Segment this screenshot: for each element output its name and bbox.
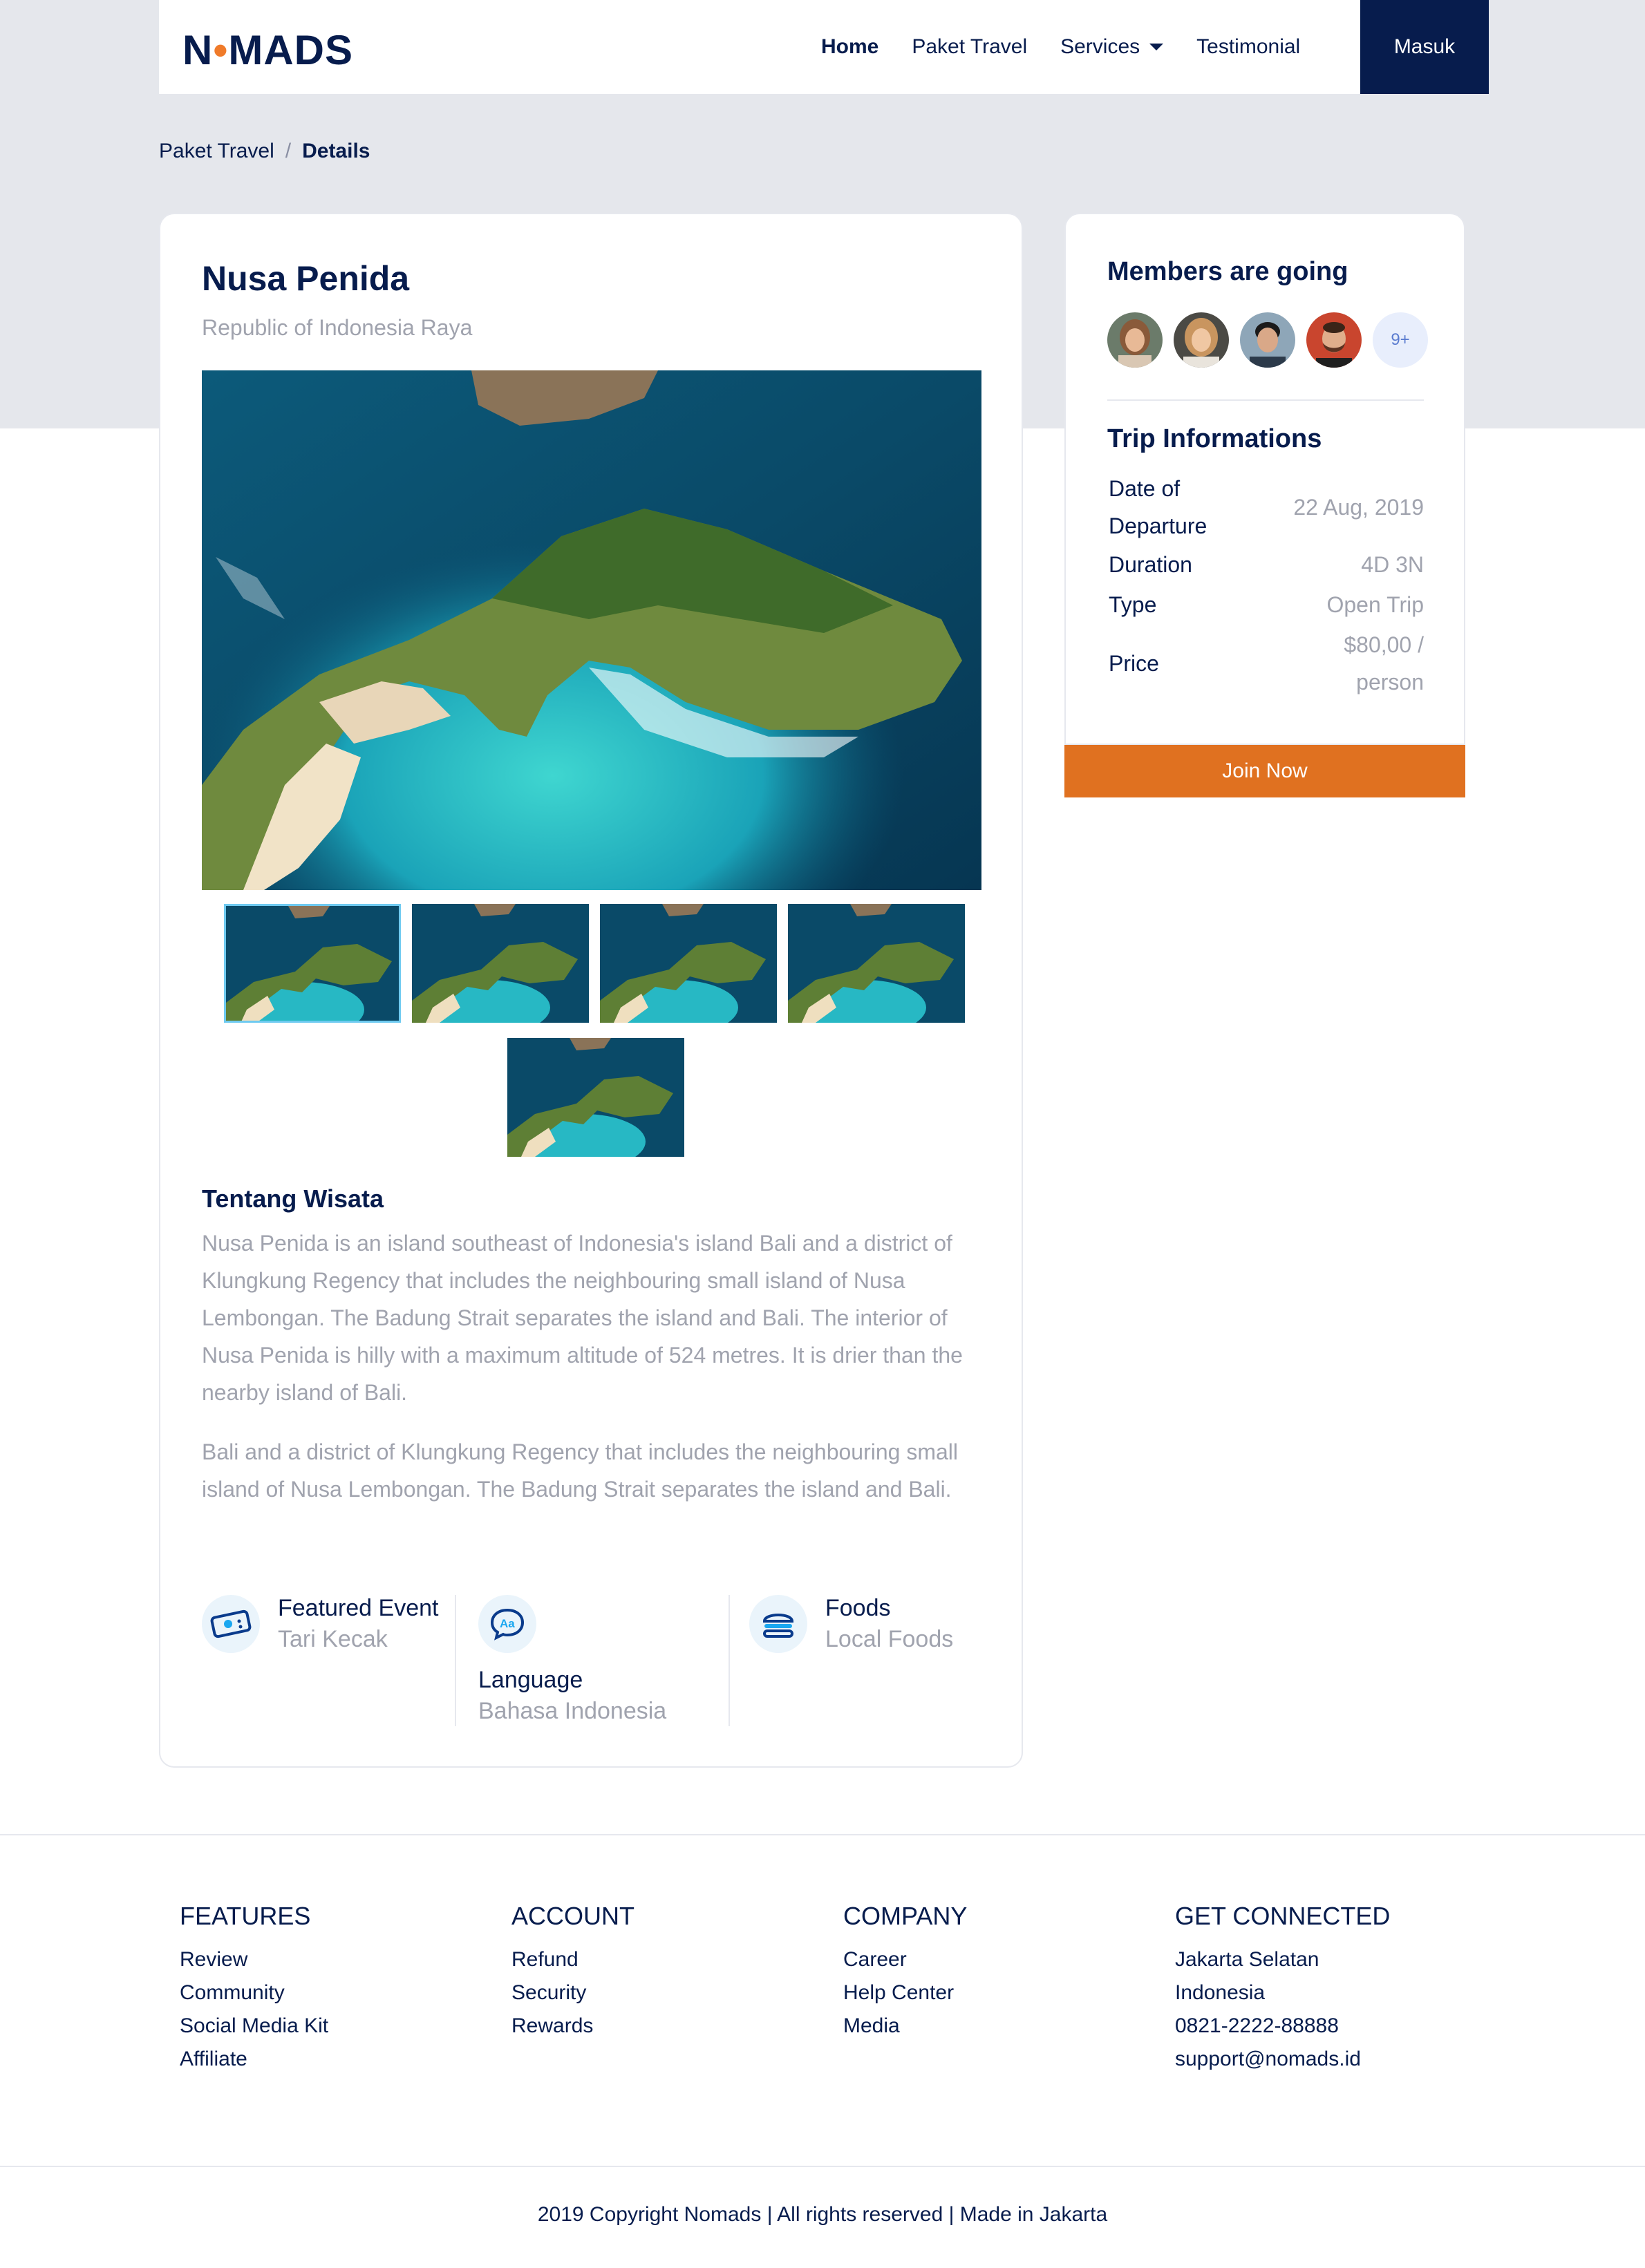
- feature-divider: [455, 1595, 456, 1726]
- footer-link[interactable]: Community: [180, 1976, 328, 2010]
- nav-services-label: Services: [1060, 35, 1140, 58]
- footer-link[interactable]: Social Media Kit: [180, 2010, 328, 2043]
- footer-link[interactable]: Media: [843, 2010, 967, 2043]
- more-members-badge[interactable]: 9+: [1373, 312, 1428, 368]
- footer-link[interactable]: Affiliate: [180, 2043, 328, 2076]
- breadcrumb-paket-travel[interactable]: Paket Travel: [159, 140, 274, 163]
- footer-heading: COMPANY: [843, 1902, 968, 1930]
- svg-text:Aa: Aa: [500, 1617, 515, 1630]
- footer-contact: Indonesia: [1175, 1981, 1266, 2004]
- footer-contact: Jakarta Selatan: [1175, 1948, 1319, 1971]
- breadcrumb-current: Details: [302, 140, 370, 162]
- avatar[interactable]: [1174, 312, 1229, 368]
- about-paragraph-2: Bali and a district of Klungkung Regency…: [202, 1439, 958, 1502]
- ticket-icon: [202, 1595, 260, 1653]
- login-button[interactable]: Masuk: [1360, 0, 1489, 94]
- about-paragraph-1: Nusa Penida is an island southeast of In…: [202, 1231, 963, 1405]
- footer-link[interactable]: Security: [511, 1976, 634, 2010]
- footer-contact[interactable]: support@nomads.id: [1175, 2043, 1390, 2076]
- language-icon: Aa: [478, 1595, 536, 1653]
- trip-row-price: Price $80,00 / person: [1109, 626, 1424, 701]
- trip-sidebar-card: Members are going 9+ Trip Informations D…: [1064, 213, 1465, 745]
- trip-label: Duration: [1109, 552, 1192, 577]
- trip-value: $80,00 / person: [1344, 632, 1424, 694]
- page-subtitle: Republic of Indonesia Raya: [202, 315, 473, 340]
- thumbnail-5[interactable]: [507, 1038, 684, 1157]
- footer-link[interactable]: Help Center: [843, 1976, 967, 2010]
- feature-label: Featured Event: [278, 1595, 439, 1621]
- footer-divider: [0, 2166, 1645, 2167]
- footer-heading: ACCOUNT: [511, 1902, 634, 1930]
- trip-value: 4D 3N: [1361, 552, 1424, 577]
- feature-value: Tari Kecak: [278, 1626, 388, 1652]
- avatar[interactable]: [1107, 312, 1163, 368]
- trip-label: Price: [1109, 651, 1159, 676]
- gallery-thumbnails: [224, 904, 965, 1023]
- thumbnail-4[interactable]: [788, 904, 965, 1023]
- copyright: 2019 Copyright Nomads | All rights reser…: [537, 2203, 1108, 2226]
- feature-value: Local Foods: [825, 1626, 954, 1652]
- main-gallery-image: [202, 370, 981, 890]
- footer-link[interactable]: Review: [180, 1943, 328, 1976]
- trip-info-title: Trip Informations: [1107, 424, 1322, 453]
- feature-label: Foods: [825, 1595, 891, 1621]
- trip-row-type: Type Open Trip: [1109, 586, 1424, 623]
- footer-link[interactable]: Career: [843, 1943, 967, 1976]
- feature-featured-event: Featured Event Tari Kecak: [202, 1595, 438, 1653]
- feature-text: Foods Local Foods: [825, 1595, 953, 1653]
- feature-foods: Foods Local Foods: [749, 1595, 953, 1653]
- trip-value: Open Trip: [1326, 592, 1424, 617]
- footer-col-company: COMPANY Career Help Center Media: [843, 1902, 967, 2043]
- footer-heading: FEATURES: [180, 1902, 311, 1930]
- breadcrumb-separator: /: [285, 140, 292, 162]
- brand-logo[interactable]: N•MADS: [182, 26, 353, 74]
- trip-features: Featured Event Tari Kecak Aa Language Ba…: [202, 1595, 983, 1726]
- caret-down-icon: [1149, 44, 1164, 50]
- divider: [1107, 399, 1424, 401]
- join-now-button[interactable]: Join Now: [1064, 745, 1465, 797]
- thumbnail-1[interactable]: [224, 904, 401, 1023]
- nav-services-dropdown[interactable]: Services: [1060, 35, 1164, 59]
- nav-paket-travel[interactable]: Paket Travel: [912, 35, 1027, 59]
- avatar[interactable]: [1306, 312, 1362, 368]
- detail-card: Nusa Penida Republic of Indonesia Raya T…: [159, 213, 1023, 1768]
- members-title: Members are going: [1107, 257, 1348, 286]
- nav-home[interactable]: Home: [821, 35, 878, 59]
- feature-text: Featured Event Tari Kecak: [278, 1595, 438, 1653]
- feature-value: Bahasa Indonesia: [478, 1698, 667, 1724]
- footer-col-features: FEATURES Review Community Social Media K…: [180, 1902, 328, 2076]
- page-title: Nusa Penida: [202, 259, 410, 298]
- avatar[interactable]: [1240, 312, 1295, 368]
- member-avatars: 9+: [1107, 312, 1428, 368]
- trip-row-departure: Date of Departure 22 Aug, 2019: [1109, 470, 1424, 545]
- burger-icon: [749, 1595, 807, 1653]
- feature-label: Language: [478, 1667, 583, 1693]
- about-title: Tentang Wisata: [202, 1184, 384, 1213]
- nav-testimonial[interactable]: Testimonial: [1196, 35, 1300, 59]
- trip-row-duration: Duration 4D 3N: [1109, 546, 1424, 583]
- trip-label: Date of Departure: [1109, 476, 1207, 538]
- footer-heading: GET CONNECTED: [1175, 1902, 1391, 1930]
- footer-col-account: ACCOUNT Refund Security Rewards: [511, 1902, 634, 2043]
- feature-language: Aa Language Bahasa Indonesia: [478, 1595, 666, 1725]
- footer-divider: [0, 1834, 1645, 1835]
- trip-label: Type: [1109, 592, 1157, 617]
- nav-links: Home Paket Travel Services Testimonial: [821, 0, 1333, 94]
- thumbnail-2[interactable]: [412, 904, 589, 1023]
- footer-contact[interactable]: 0821-2222-88888: [1175, 2010, 1390, 2043]
- footer-col-get-connected: GET CONNECTED Jakarta Selatan Indonesia …: [1175, 1902, 1390, 2076]
- feature-divider: [728, 1595, 730, 1726]
- thumbnail-3[interactable]: [600, 904, 777, 1023]
- footer-link[interactable]: Rewards: [511, 2010, 634, 2043]
- navbar: N•MADS Home Paket Travel Services Testim…: [159, 0, 1489, 94]
- trip-value: 22 Aug, 2019: [1293, 495, 1424, 520]
- footer-link[interactable]: Refund: [511, 1943, 634, 1976]
- breadcrumb: Paket Travel / Details: [159, 140, 370, 163]
